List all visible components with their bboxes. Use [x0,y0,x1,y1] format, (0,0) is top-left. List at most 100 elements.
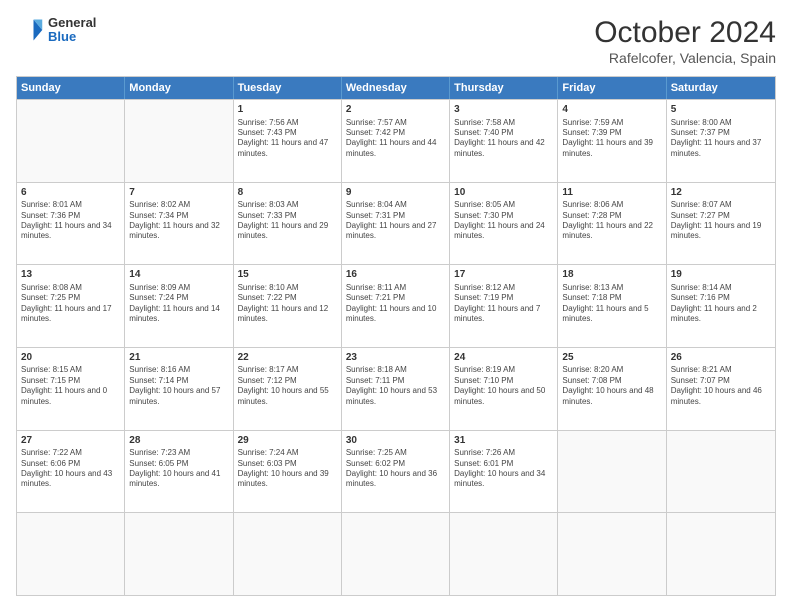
day-info: Sunrise: 8:08 AM Sunset: 7:25 PM Dayligh… [21,283,120,325]
day-number: 15 [238,268,337,282]
calendar-header: SundayMondayTuesdayWednesdayThursdayFrid… [17,77,775,99]
day-info: Sunrise: 8:19 AM Sunset: 7:10 PM Dayligh… [454,365,553,407]
day-info: Sunrise: 7:26 AM Sunset: 6:01 PM Dayligh… [454,448,553,490]
calendar: SundayMondayTuesdayWednesdayThursdayFrid… [16,76,776,596]
day-number: 13 [21,268,120,282]
cal-cell-2-6: 19Sunrise: 8:14 AM Sunset: 7:16 PM Dayli… [667,265,775,347]
day-number: 26 [671,351,771,365]
cal-cell-0-0 [17,100,125,182]
day-info: Sunrise: 7:58 AM Sunset: 7:40 PM Dayligh… [454,118,553,160]
cal-cell-1-1: 7Sunrise: 8:02 AM Sunset: 7:34 PM Daylig… [125,183,233,265]
day-number: 4 [562,103,661,117]
cal-cell-1-4: 10Sunrise: 8:05 AM Sunset: 7:30 PM Dayli… [450,183,558,265]
day-number: 14 [129,268,228,282]
cal-cell-5-1 [125,513,233,595]
cal-cell-3-0: 20Sunrise: 8:15 AM Sunset: 7:15 PM Dayli… [17,348,125,430]
cal-cell-2-2: 15Sunrise: 8:10 AM Sunset: 7:22 PM Dayli… [234,265,342,347]
day-info: Sunrise: 8:20 AM Sunset: 7:08 PM Dayligh… [562,365,661,407]
week-row-5 [17,512,775,595]
day-number: 9 [346,186,445,200]
day-number: 29 [238,434,337,448]
day-number: 18 [562,268,661,282]
day-number: 6 [21,186,120,200]
day-info: Sunrise: 8:05 AM Sunset: 7:30 PM Dayligh… [454,200,553,242]
cal-cell-0-4: 3Sunrise: 7:58 AM Sunset: 7:40 PM Daylig… [450,100,558,182]
cal-cell-2-5: 18Sunrise: 8:13 AM Sunset: 7:18 PM Dayli… [558,265,666,347]
cal-cell-3-2: 22Sunrise: 8:17 AM Sunset: 7:12 PM Dayli… [234,348,342,430]
day-number: 31 [454,434,553,448]
cal-cell-2-4: 17Sunrise: 8:12 AM Sunset: 7:19 PM Dayli… [450,265,558,347]
cal-cell-2-1: 14Sunrise: 8:09 AM Sunset: 7:24 PM Dayli… [125,265,233,347]
day-info: Sunrise: 8:00 AM Sunset: 7:37 PM Dayligh… [671,118,771,160]
header-day-saturday: Saturday [667,77,775,99]
cal-cell-2-3: 16Sunrise: 8:11 AM Sunset: 7:21 PM Dayli… [342,265,450,347]
day-info: Sunrise: 8:01 AM Sunset: 7:36 PM Dayligh… [21,200,120,242]
calendar-body: 1Sunrise: 7:56 AM Sunset: 7:43 PM Daylig… [17,99,775,595]
day-info: Sunrise: 8:02 AM Sunset: 7:34 PM Dayligh… [129,200,228,242]
cal-cell-5-4 [450,513,558,595]
cal-cell-0-1 [125,100,233,182]
day-number: 27 [21,434,120,448]
day-number: 7 [129,186,228,200]
day-number: 5 [671,103,771,117]
cal-cell-4-0: 27Sunrise: 7:22 AM Sunset: 6:06 PM Dayli… [17,431,125,513]
day-number: 22 [238,351,337,365]
day-info: Sunrise: 7:22 AM Sunset: 6:06 PM Dayligh… [21,448,120,490]
week-row-4: 27Sunrise: 7:22 AM Sunset: 6:06 PM Dayli… [17,430,775,513]
cal-cell-1-2: 8Sunrise: 8:03 AM Sunset: 7:33 PM Daylig… [234,183,342,265]
day-info: Sunrise: 8:11 AM Sunset: 7:21 PM Dayligh… [346,283,445,325]
header-day-thursday: Thursday [450,77,558,99]
cal-cell-4-6 [667,431,775,513]
day-info: Sunrise: 7:25 AM Sunset: 6:02 PM Dayligh… [346,448,445,490]
day-number: 2 [346,103,445,117]
cal-cell-3-4: 24Sunrise: 8:19 AM Sunset: 7:10 PM Dayli… [450,348,558,430]
cal-cell-3-1: 21Sunrise: 8:16 AM Sunset: 7:14 PM Dayli… [125,348,233,430]
cal-cell-3-5: 25Sunrise: 8:20 AM Sunset: 7:08 PM Dayli… [558,348,666,430]
day-number: 21 [129,351,228,365]
cal-cell-1-5: 11Sunrise: 8:06 AM Sunset: 7:28 PM Dayli… [558,183,666,265]
day-number: 3 [454,103,553,117]
day-number: 25 [562,351,661,365]
header-day-friday: Friday [558,77,666,99]
day-info: Sunrise: 8:09 AM Sunset: 7:24 PM Dayligh… [129,283,228,325]
header-day-sunday: Sunday [17,77,125,99]
day-number: 11 [562,186,661,200]
day-number: 23 [346,351,445,365]
month-title: October 2024 [594,16,776,50]
day-info: Sunrise: 8:04 AM Sunset: 7:31 PM Dayligh… [346,200,445,242]
cal-cell-0-6: 5Sunrise: 8:00 AM Sunset: 7:37 PM Daylig… [667,100,775,182]
day-info: Sunrise: 8:17 AM Sunset: 7:12 PM Dayligh… [238,365,337,407]
header-day-tuesday: Tuesday [234,77,342,99]
cal-cell-3-3: 23Sunrise: 8:18 AM Sunset: 7:11 PM Dayli… [342,348,450,430]
day-info: Sunrise: 8:13 AM Sunset: 7:18 PM Dayligh… [562,283,661,325]
day-info: Sunrise: 8:21 AM Sunset: 7:07 PM Dayligh… [671,365,771,407]
cal-cell-5-5 [558,513,666,595]
header-day-monday: Monday [125,77,233,99]
cal-cell-4-4: 31Sunrise: 7:26 AM Sunset: 6:01 PM Dayli… [450,431,558,513]
logo-icon [16,16,44,44]
title-block: October 2024 Rafelcofer, Valencia, Spain [594,16,776,66]
cal-cell-5-0 [17,513,125,595]
cal-cell-0-5: 4Sunrise: 7:59 AM Sunset: 7:39 PM Daylig… [558,100,666,182]
day-number: 20 [21,351,120,365]
cal-cell-1-3: 9Sunrise: 8:04 AM Sunset: 7:31 PM Daylig… [342,183,450,265]
cal-cell-4-3: 30Sunrise: 7:25 AM Sunset: 6:02 PM Dayli… [342,431,450,513]
header: General Blue October 2024 Rafelcofer, Va… [16,16,776,66]
day-info: Sunrise: 8:07 AM Sunset: 7:27 PM Dayligh… [671,200,771,242]
day-info: Sunrise: 7:59 AM Sunset: 7:39 PM Dayligh… [562,118,661,160]
day-info: Sunrise: 7:57 AM Sunset: 7:42 PM Dayligh… [346,118,445,160]
day-number: 12 [671,186,771,200]
cal-cell-5-2 [234,513,342,595]
header-day-wednesday: Wednesday [342,77,450,99]
cal-cell-5-3 [342,513,450,595]
day-info: Sunrise: 8:06 AM Sunset: 7:28 PM Dayligh… [562,200,661,242]
day-info: Sunrise: 8:03 AM Sunset: 7:33 PM Dayligh… [238,200,337,242]
week-row-0: 1Sunrise: 7:56 AM Sunset: 7:43 PM Daylig… [17,99,775,182]
day-info: Sunrise: 8:16 AM Sunset: 7:14 PM Dayligh… [129,365,228,407]
day-number: 10 [454,186,553,200]
cal-cell-0-3: 2Sunrise: 7:57 AM Sunset: 7:42 PM Daylig… [342,100,450,182]
cal-cell-3-6: 26Sunrise: 8:21 AM Sunset: 7:07 PM Dayli… [667,348,775,430]
day-number: 16 [346,268,445,282]
location: Rafelcofer, Valencia, Spain [594,50,776,66]
cal-cell-1-0: 6Sunrise: 8:01 AM Sunset: 7:36 PM Daylig… [17,183,125,265]
